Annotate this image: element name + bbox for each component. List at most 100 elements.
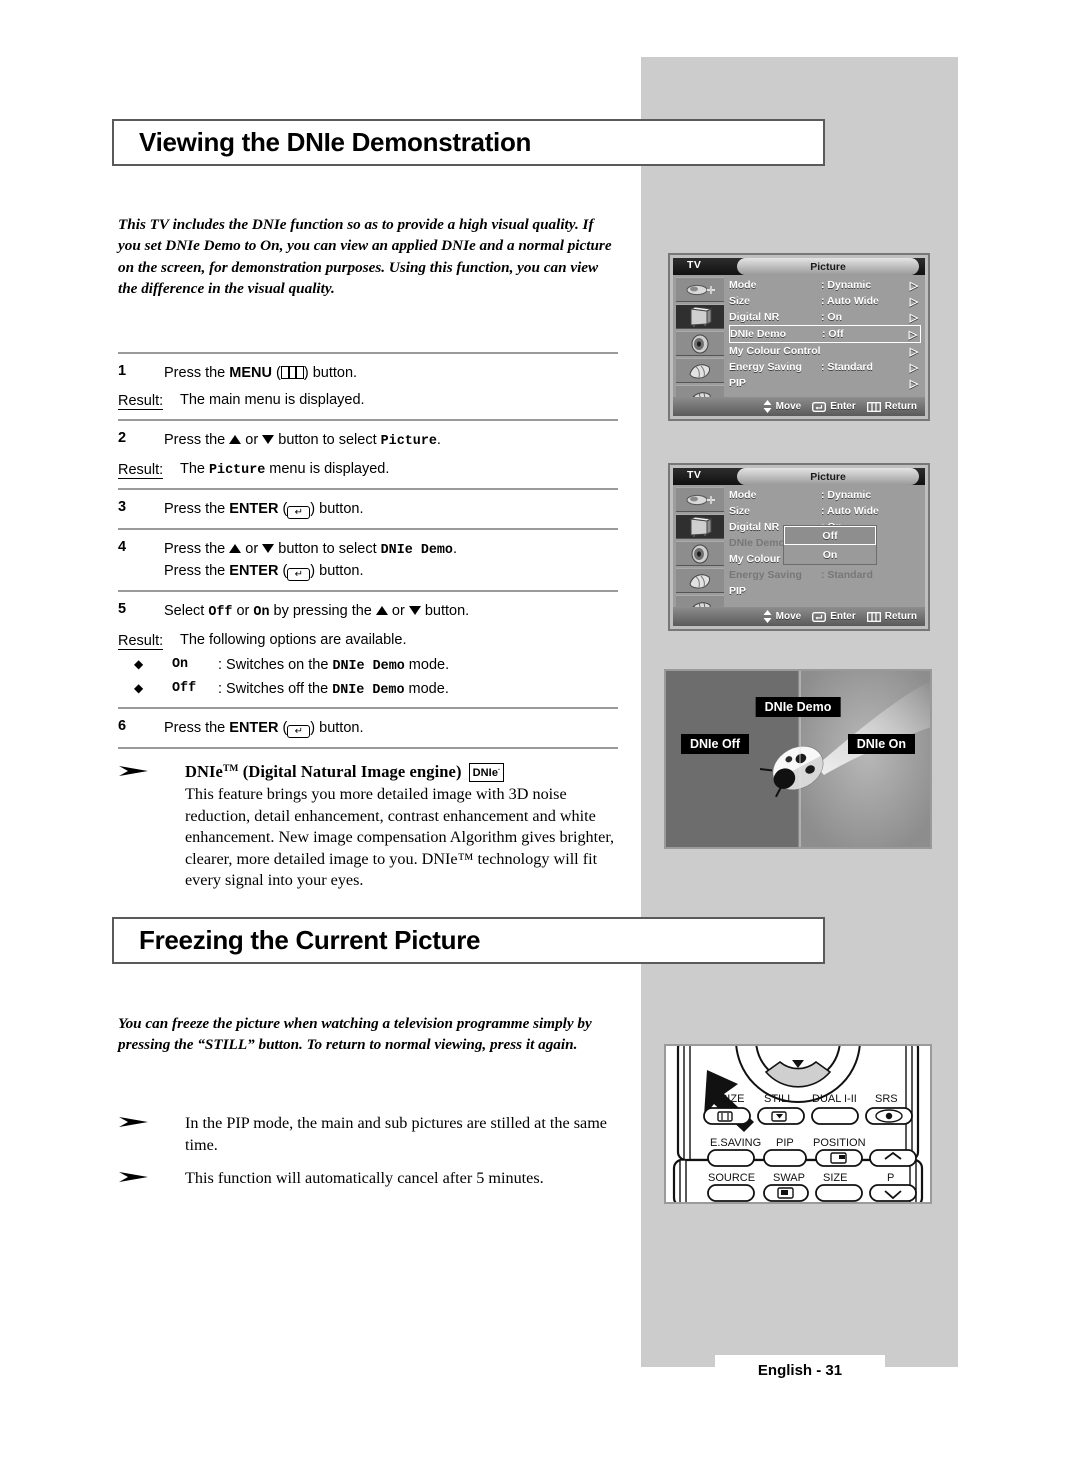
step-text: Press the or button to select Picture. — [164, 430, 441, 452]
step-3: 3 Press the ENTER (↵) button. — [118, 490, 618, 530]
section-title-dnie-demonstration: Viewing the DNIe Demonstration — [112, 119, 825, 166]
step-text: Select Off or On by pressing the or butt… — [164, 601, 469, 623]
osd-picture-menu-2: TV Picture Mode: Dynamic Size: Auto Wide… — [668, 463, 930, 631]
osd-row-energy-saving[interactable]: Energy Saving: Standard ▷ — [729, 359, 921, 375]
osd-hint-move: Move — [763, 610, 801, 623]
osd-hint-return: Return — [866, 611, 917, 622]
chevron-right-icon: ▷ — [909, 311, 919, 324]
chevron-right-icon: ▷ — [909, 345, 919, 358]
osd-row-mode[interactable]: Mode: Dynamic — [729, 487, 921, 503]
osd-row-label: PIP — [729, 585, 746, 597]
step-text-b: ( — [278, 501, 288, 517]
demo-label-off: DNIe Off — [681, 734, 749, 754]
step-6: 6 Press the ENTER (↵) button. — [118, 709, 618, 749]
tv-icon[interactable] — [676, 514, 724, 539]
osd-tab-label: Picture — [810, 470, 846, 483]
page-title-2: Freezing the Current Picture — [139, 925, 481, 955]
up-arrow-icon — [375, 606, 388, 615]
osd-row-energy-saving[interactable]: Energy Saving: Standard — [729, 567, 921, 583]
dnie-demo-menu-name: DNIe Demo — [332, 659, 405, 674]
step-text-d: . — [452, 541, 457, 557]
dnie-body-text: This feature brings you more detailed im… — [185, 785, 615, 889]
result-label: Result: — [118, 633, 164, 650]
speaker-icon[interactable] — [676, 541, 724, 566]
down-arrow-icon — [262, 544, 275, 553]
dnie-demo-dropdown[interactable]: Off On — [783, 525, 877, 565]
dropdown-option-on[interactable]: On — [784, 545, 876, 564]
option-description: : Switches on the DNIe Demo mode. — [218, 657, 449, 674]
tv-icon[interactable] — [676, 304, 724, 329]
step-text: Press the or button to select DNIe Demo.… — [164, 539, 457, 581]
osd-footer-bar: Move Enter Return — [673, 607, 925, 626]
intro-paragraph-dnie: This TV includes the DNIe function so as… — [118, 216, 612, 297]
osd-row-value: : Standard — [821, 569, 873, 581]
step-line-1: Press the or button to select DNIe Demo. — [164, 539, 457, 561]
osd-tab-picture[interactable]: Picture — [737, 258, 919, 275]
dropdown-option-off[interactable]: Off — [784, 526, 876, 545]
osd-row-value: : Auto Wide — [821, 295, 879, 307]
step-text-c: ) button. — [310, 501, 364, 517]
step-text-f: ( — [278, 563, 288, 579]
menu-key-icon — [866, 401, 881, 412]
setup-icon[interactable] — [676, 358, 724, 383]
step-number: 5 — [118, 601, 127, 617]
step-number: 6 — [118, 718, 127, 734]
note-text: In the PIP mode, the main and sub pictur… — [185, 1114, 607, 1154]
osd-hint-label: Enter — [830, 401, 856, 412]
enter-key-icon — [812, 401, 827, 412]
osd-tab-picture[interactable]: Picture — [737, 468, 919, 485]
enter-key-icon: ↵ — [287, 506, 311, 519]
setup-icon[interactable] — [676, 568, 724, 593]
osd-row-my-colour-control[interactable]: My Colour Control ▷ — [729, 343, 921, 359]
step-text-d: or — [387, 603, 409, 619]
svg-text:P: P — [887, 1172, 894, 1184]
result-label: Result: — [118, 462, 164, 479]
osd-row-label: DNIe Demo — [730, 328, 787, 340]
osd-row-digital-nr[interactable]: Digital NR: On ▷ — [729, 309, 921, 325]
note-item: In the PIP mode, the main and sub pictur… — [118, 1113, 628, 1156]
result-text-post: menu is displayed. — [265, 461, 390, 477]
step-number: 4 — [118, 539, 127, 555]
arrow-bullet-icon — [118, 1113, 185, 1129]
enter-button-label: ENTER — [229, 501, 279, 517]
osd-row-size[interactable]: Size : Auto Wide ▷ — [729, 293, 921, 309]
osd-row-size[interactable]: Size: Auto Wide — [729, 503, 921, 519]
dnie-heading-rest: (Digital Natural Image engine) — [238, 762, 462, 781]
step-5: 5 Select Off or On by pressing the or bu… — [118, 592, 618, 709]
speaker-icon[interactable] — [676, 331, 724, 356]
osd-row-pip[interactable]: PIP ▷ — [729, 375, 921, 391]
osd-hint-label: Enter — [830, 611, 856, 622]
osd-row-label: My Colour Control — [729, 345, 821, 357]
menu-button-label: MENU — [229, 365, 272, 381]
step-text-g: ) button. — [310, 563, 364, 579]
remote-control-drawing: P.SIZE STILL DUAL I-II SRS E.SAVING PIP … — [672, 1046, 924, 1202]
result-label: Result: — [118, 393, 164, 410]
antenna-icon[interactable] — [676, 277, 724, 302]
svg-text:E.SAVING: E.SAVING — [710, 1137, 761, 1149]
updown-arrows-icon — [763, 400, 772, 413]
osd-row-dnie-demo[interactable]: DNIe Demo: Off ▷ — [729, 325, 921, 343]
section-title-freezing-picture: Freezing the Current Picture — [112, 917, 825, 964]
svg-text:SRS: SRS — [875, 1093, 898, 1105]
svg-text:SIZE: SIZE — [823, 1172, 847, 1184]
step-text-c: ) button. — [303, 365, 358, 381]
osd-row-mode[interactable]: Mode: Dynamic ▷ — [729, 277, 921, 293]
osd-row-pip[interactable]: PIP — [729, 583, 921, 599]
osd-row-label: Size — [729, 295, 751, 307]
chevron-right-icon: ▷ — [909, 361, 919, 374]
osd-row-label: Mode — [729, 279, 757, 291]
step-text-e: Press the — [164, 563, 230, 579]
chevron-right-icon: ▷ — [909, 377, 919, 390]
chevron-right-icon: ▷ — [909, 295, 919, 308]
page-footer: English - 31 — [715, 1355, 885, 1385]
chevron-right-icon: ▷ — [908, 328, 918, 341]
osd-hint-return: Return — [866, 401, 917, 412]
steps-list: 1 Press the MENU () button. Result: The … — [118, 352, 618, 749]
svg-text:PIP: PIP — [776, 1137, 794, 1149]
osd-icon-column — [676, 277, 724, 412]
svg-text:SWAP: SWAP — [773, 1172, 805, 1184]
up-arrow-icon — [229, 544, 242, 553]
step-text-e: button. — [420, 603, 470, 619]
result-text: The following options are available. — [180, 632, 407, 648]
antenna-icon[interactable] — [676, 487, 724, 512]
